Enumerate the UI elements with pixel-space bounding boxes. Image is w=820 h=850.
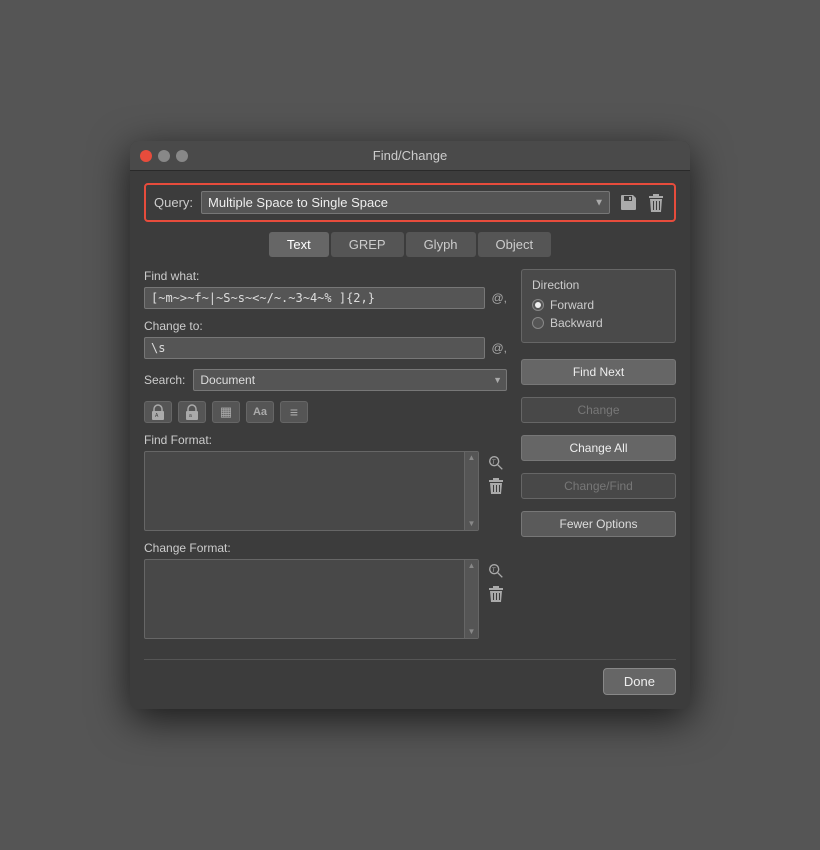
change-to-input[interactable] xyxy=(144,337,485,359)
tab-glyph[interactable]: Glyph xyxy=(406,232,476,257)
lock-off-icon[interactable]: a xyxy=(178,401,206,423)
forward-label: Forward xyxy=(550,298,594,312)
left-panel: Find what: @, Change to: @, xyxy=(144,269,507,649)
direction-title: Direction xyxy=(532,278,665,292)
tab-text[interactable]: Text xyxy=(269,232,329,257)
find-next-button[interactable]: Find Next xyxy=(521,359,676,385)
change-format-section: Change Format: ▲ ▼ xyxy=(144,541,507,639)
dialog-content: Query: Multiple Space to Single Space No… xyxy=(130,171,690,709)
scroll-down-arrow2: ▼ xyxy=(468,628,476,636)
doc-icon[interactable]: ≡ xyxy=(280,401,308,423)
find-format-search-icon[interactable]: T xyxy=(485,453,507,473)
done-button[interactable]: Done xyxy=(603,668,676,695)
change-to-label: Change to: xyxy=(144,319,507,333)
save-query-button[interactable] xyxy=(618,193,640,213)
change-all-button[interactable]: Change All xyxy=(521,435,676,461)
find-what-input[interactable] xyxy=(144,287,485,309)
find-format-delete-icon[interactable] xyxy=(485,477,507,497)
tabs-row: Text GREP Glyph Object xyxy=(144,232,676,257)
delete-query-button[interactable] xyxy=(646,192,666,214)
minimize-button[interactable] xyxy=(158,150,170,162)
backward-label: Backward xyxy=(550,316,603,330)
find-format-box-wrapper: ▲ ▼ T xyxy=(144,451,507,531)
text-format-icon[interactable]: Aa xyxy=(246,401,274,423)
search-select[interactable]: Document Story Selection All Documents xyxy=(193,369,507,391)
search-row: Search: Document Story Selection All Doc… xyxy=(144,369,507,391)
change-format-label: Change Format: xyxy=(144,541,507,555)
query-select[interactable]: Multiple Space to Single Space None xyxy=(201,191,610,214)
traffic-lights xyxy=(140,150,188,162)
scroll-up-arrow2: ▲ xyxy=(468,562,476,570)
change-to-suffix: @, xyxy=(491,341,507,355)
backward-radio-row: Backward xyxy=(532,316,665,330)
search-label: Search: xyxy=(144,373,185,387)
layer-icon[interactable]: ▦ xyxy=(212,401,240,423)
query-row: Query: Multiple Space to Single Space No… xyxy=(144,183,676,222)
search-select-wrapper: Document Story Selection All Documents ▼ xyxy=(193,369,507,391)
forward-radio[interactable] xyxy=(532,299,544,311)
find-format-section: Find Format: ▲ ▼ xyxy=(144,433,507,531)
maximize-button[interactable] xyxy=(176,150,188,162)
svg-text:a: a xyxy=(189,413,192,419)
change-to-row: @, xyxy=(144,337,507,359)
find-what-label: Find what: xyxy=(144,269,507,283)
find-change-dialog: Find/Change Query: Multiple Space to Sin… xyxy=(130,141,690,709)
change-find-button[interactable]: Change/Find xyxy=(521,473,676,499)
main-area: Find what: @, Change to: @, xyxy=(144,269,676,649)
close-button[interactable] xyxy=(140,150,152,162)
find-format-label: Find Format: xyxy=(144,433,507,447)
change-format-scrollbar[interactable]: ▲ ▼ xyxy=(464,560,478,638)
backward-radio[interactable] xyxy=(532,317,544,329)
find-format-box: ▲ ▼ xyxy=(144,451,479,531)
change-to-input-wrapper xyxy=(144,337,485,359)
find-what-row: @, xyxy=(144,287,507,309)
change-format-delete-icon[interactable] xyxy=(485,585,507,605)
query-label: Query: xyxy=(154,195,193,210)
toolbar-row: A a ▦ Aa xyxy=(144,401,507,423)
scroll-up-arrow: ▲ xyxy=(468,454,476,462)
change-format-side-icons: T xyxy=(485,559,507,605)
find-what-suffix: @, xyxy=(491,291,507,305)
done-row: Done xyxy=(144,659,676,695)
find-format-scrollbar[interactable]: ▲ ▼ xyxy=(464,452,478,530)
change-button[interactable]: Change xyxy=(521,397,676,423)
find-format-side-icons: T xyxy=(485,451,507,497)
titlebar: Find/Change xyxy=(130,141,690,171)
window-title: Find/Change xyxy=(373,148,447,163)
lock-on-icon[interactable]: A xyxy=(144,401,172,423)
change-format-search-icon[interactable]: T xyxy=(485,561,507,581)
find-what-input-wrapper xyxy=(144,287,485,309)
change-format-box-wrapper: ▲ ▼ T xyxy=(144,559,507,639)
fewer-options-button[interactable]: Fewer Options xyxy=(521,511,676,537)
tab-grep[interactable]: GREP xyxy=(331,232,404,257)
direction-box: Direction Forward Backward xyxy=(521,269,676,343)
right-panel: Direction Forward Backward Find Next Cha… xyxy=(521,269,676,649)
scroll-down-arrow: ▼ xyxy=(468,520,476,528)
tab-object[interactable]: Object xyxy=(478,232,552,257)
query-select-wrapper: Multiple Space to Single Space None ▼ xyxy=(201,191,610,214)
change-format-box: ▲ ▼ xyxy=(144,559,479,639)
forward-radio-row: Forward xyxy=(532,298,665,312)
query-icons xyxy=(618,192,666,214)
